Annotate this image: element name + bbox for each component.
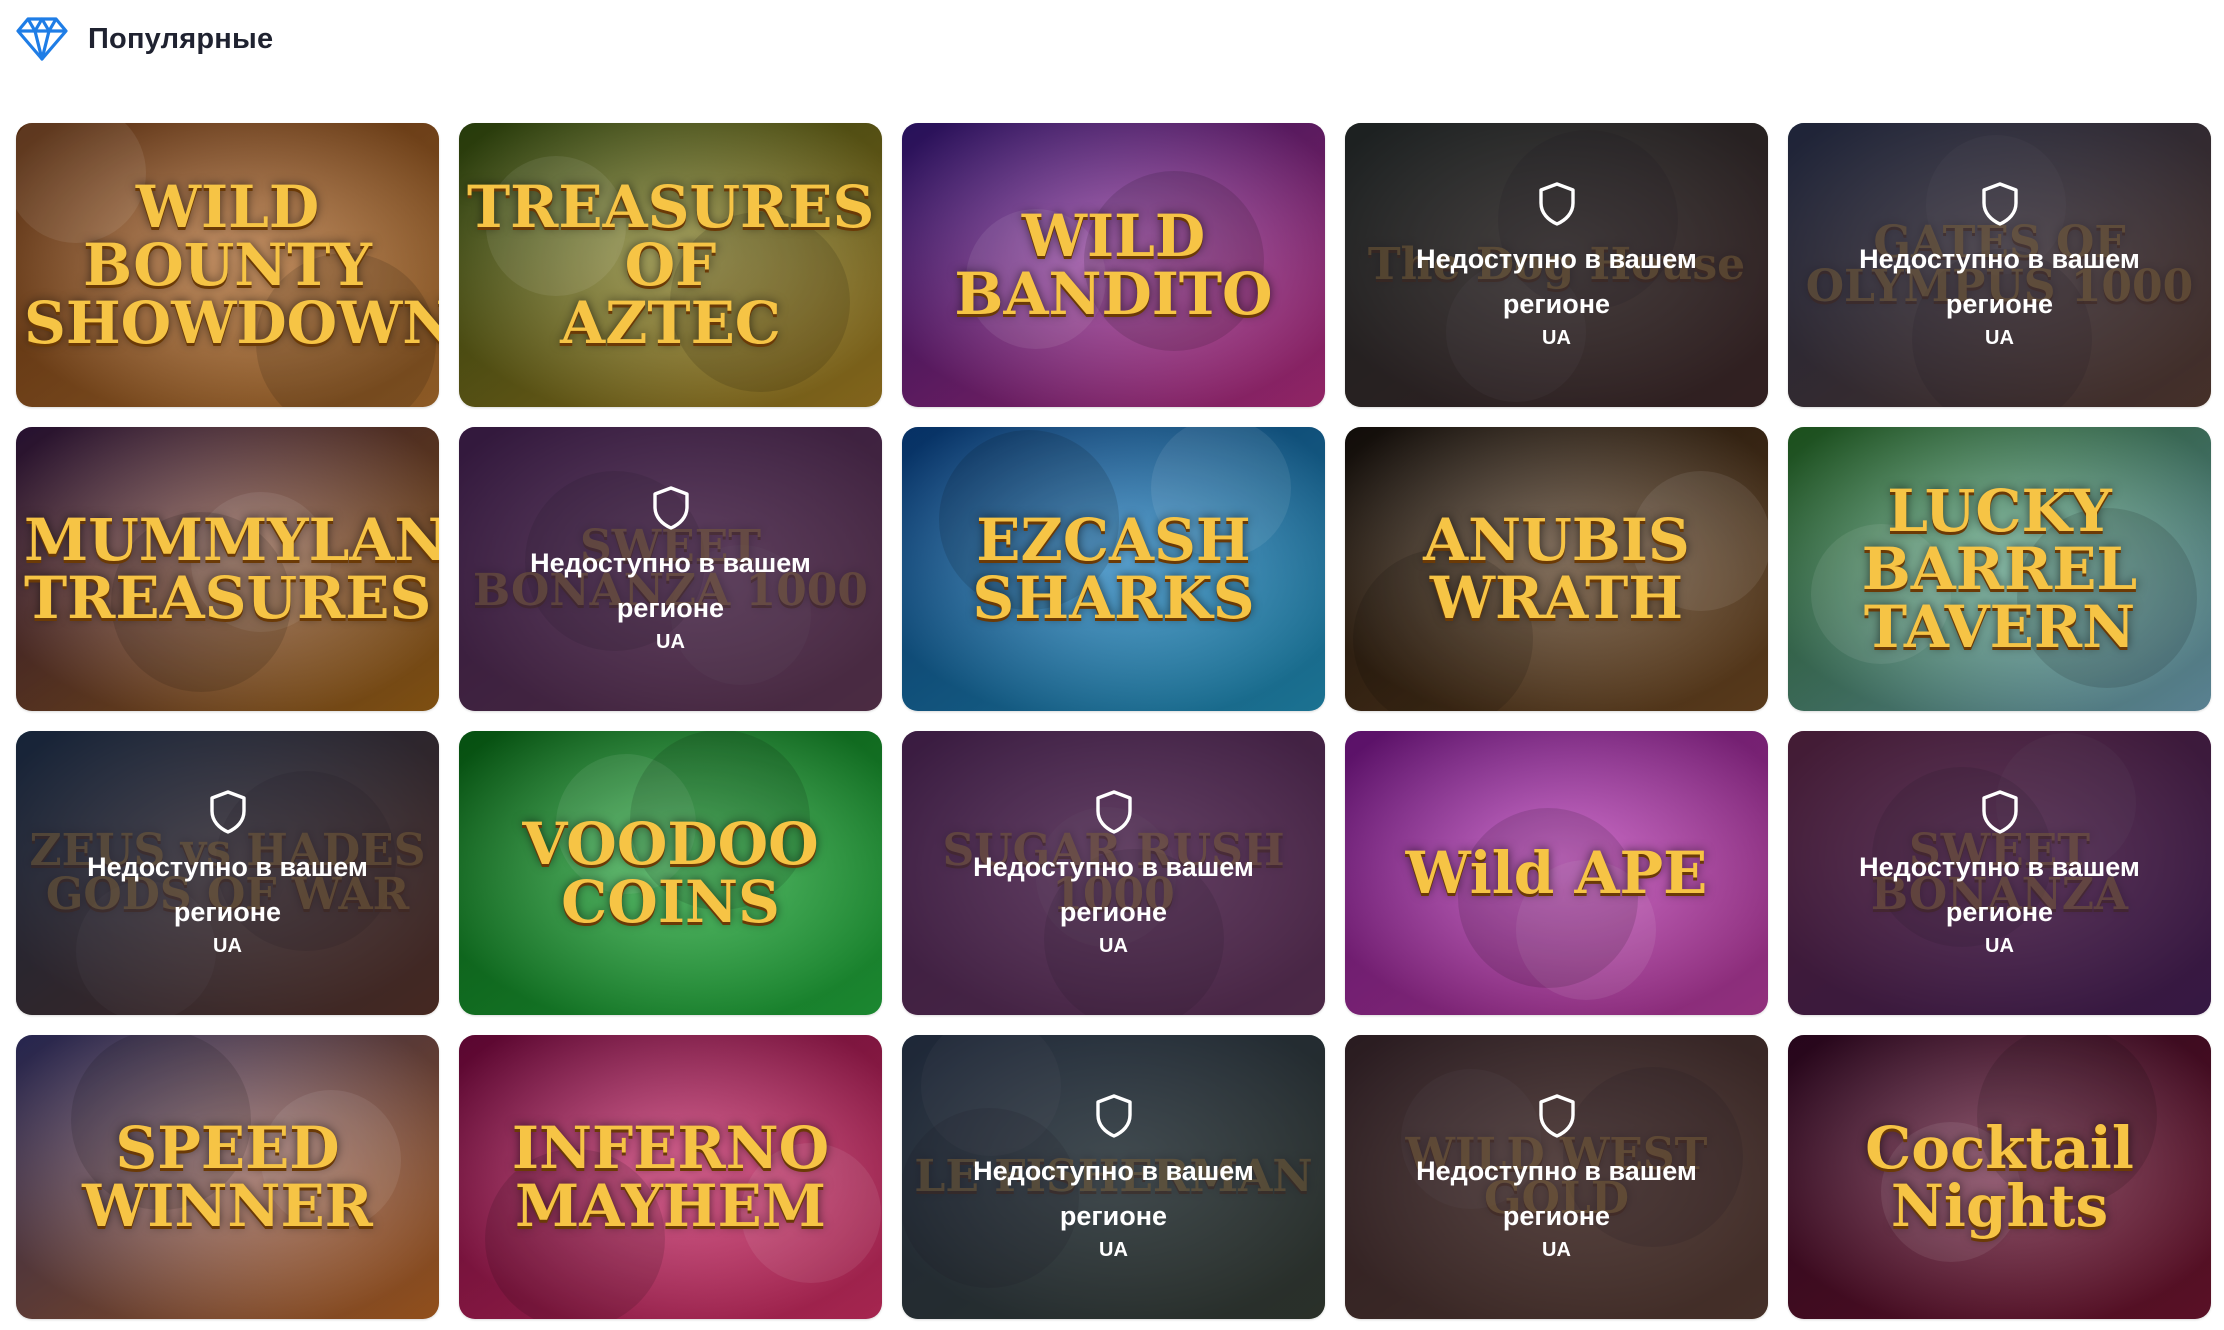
game-thumbnail: [459, 731, 882, 1015]
region-unavailable-overlay: Недоступно в вашем регионе UA: [1788, 123, 2211, 407]
game-thumbnail: [16, 123, 439, 407]
region-code: UA: [1542, 1238, 1571, 1261]
game-thumbnail: [16, 1035, 439, 1319]
shield-icon: [1981, 181, 2018, 226]
unavailable-message: Недоступно в вашем регионе: [87, 851, 368, 927]
game-tile-the-dog-house[interactable]: The Dog HouseНедоступно в вашем регионеU…: [1345, 123, 1768, 407]
unavailable-message: Недоступно в вашем регионе: [1859, 243, 2140, 319]
shield-icon: [1538, 1093, 1575, 1138]
game-tile-zeus-vs-hades[interactable]: ZEUS vs HADES GODS OF WARНедоступно в ва…: [16, 731, 439, 1015]
game-thumbnail: [1345, 731, 1768, 1015]
game-tile-wild-bandito[interactable]: WILD BANDITO: [902, 123, 1325, 407]
game-tile-inferno-mayhem[interactable]: INFERNO MAYHEM: [459, 1035, 882, 1319]
game-tile-le-fisherman[interactable]: LE FISHERMANНедоступно в вашем регионеUA: [902, 1035, 1325, 1319]
games-grid: WILD BOUNTY SHOWDOWN TREASURES OF AZTEC WI…: [16, 123, 2211, 1319]
game-thumbnail: [1788, 427, 2211, 711]
game-tile-wild-west-gold[interactable]: WILD WEST GOLDНедоступно в вашем регионе…: [1345, 1035, 1768, 1319]
region-unavailable-overlay: Недоступно в вашем регионе UA: [459, 427, 882, 711]
region-unavailable-overlay: Недоступно в вашем регионе UA: [1788, 731, 2211, 1015]
game-tile-gates-of-olympus-1000[interactable]: GATES OF OLYMPUS 1000Недоступно в вашем …: [1788, 123, 2211, 407]
unavailable-message: Недоступно в вашем регионе: [530, 547, 811, 623]
game-tile-wild-bounty-showdown[interactable]: WILD BOUNTY SHOWDOWN: [16, 123, 439, 407]
game-tile-sweet-bonanza[interactable]: SWEET BONANZAНедоступно в вашем регионеU…: [1788, 731, 2211, 1015]
game-tile-ezcash-sharks[interactable]: EZCASH SHARKS: [902, 427, 1325, 711]
shield-icon: [1095, 789, 1132, 834]
shield-icon: [652, 485, 689, 530]
region-code: UA: [1099, 934, 1128, 957]
region-code: UA: [1985, 934, 2014, 957]
unavailable-message: Недоступно в вашем регионе: [973, 851, 1254, 927]
game-tile-voodoo-coins[interactable]: VOODOO COINS: [459, 731, 882, 1015]
game-tile-mummyland-treasures[interactable]: MUMMYLAND TREASURES: [16, 427, 439, 711]
game-thumbnail: [16, 427, 439, 711]
game-thumbnail: [1788, 1035, 2211, 1319]
game-tile-wild-ape[interactable]: Wild APE: [1345, 731, 1768, 1015]
region-code: UA: [1542, 326, 1571, 349]
shield-icon: [1538, 181, 1575, 226]
game-tile-anubis-wrath[interactable]: ANUBIS WRATH: [1345, 427, 1768, 711]
section-title: Популярные: [88, 22, 274, 55]
unavailable-message: Недоступно в вашем регионе: [1859, 851, 2140, 927]
game-tile-treasures-of-aztec[interactable]: TREASURES OF AZTEC: [459, 123, 882, 407]
game-thumbnail: [459, 1035, 882, 1319]
shield-icon: [1981, 789, 2018, 834]
unavailable-message: Недоступно в вашем регионе: [1416, 1155, 1697, 1231]
game-thumbnail: [1345, 427, 1768, 711]
game-tile-lucky-barrel-tavern[interactable]: LUCKY BARREL TAVERN: [1788, 427, 2211, 711]
game-tile-cocktail-nights[interactable]: Cocktail Nights: [1788, 1035, 2211, 1319]
region-unavailable-overlay: Недоступно в вашем регионе UA: [1345, 1035, 1768, 1319]
game-tile-sugar-rush-1000[interactable]: SUGAR RUSH 1000Недоступно в вашем регион…: [902, 731, 1325, 1015]
region-unavailable-overlay: Недоступно в вашем регионе UA: [902, 731, 1325, 1015]
diamond-icon: [16, 17, 68, 61]
shield-icon: [1095, 1093, 1132, 1138]
game-tile-speed-winner[interactable]: SPEED WINNER: [16, 1035, 439, 1319]
region-code: UA: [1985, 326, 2014, 349]
game-thumbnail: [459, 123, 882, 407]
game-tile-sweet-bonanza-1000[interactable]: SWEET BONANZA 1000Недоступно в вашем рег…: [459, 427, 882, 711]
game-thumbnail: [902, 123, 1325, 407]
region-code: UA: [656, 630, 685, 653]
region-unavailable-overlay: Недоступно в вашем регионе UA: [1345, 123, 1768, 407]
section-header: Популярные: [16, 16, 273, 62]
region-code: UA: [213, 934, 242, 957]
unavailable-message: Недоступно в вашем регионе: [1416, 243, 1697, 319]
game-thumbnail: [902, 427, 1325, 711]
region-code: UA: [1099, 1238, 1128, 1261]
region-unavailable-overlay: Недоступно в вашем регионе UA: [16, 731, 439, 1015]
shield-icon: [209, 789, 246, 834]
region-unavailable-overlay: Недоступно в вашем регионе UA: [902, 1035, 1325, 1319]
unavailable-message: Недоступно в вашем регионе: [973, 1155, 1254, 1231]
